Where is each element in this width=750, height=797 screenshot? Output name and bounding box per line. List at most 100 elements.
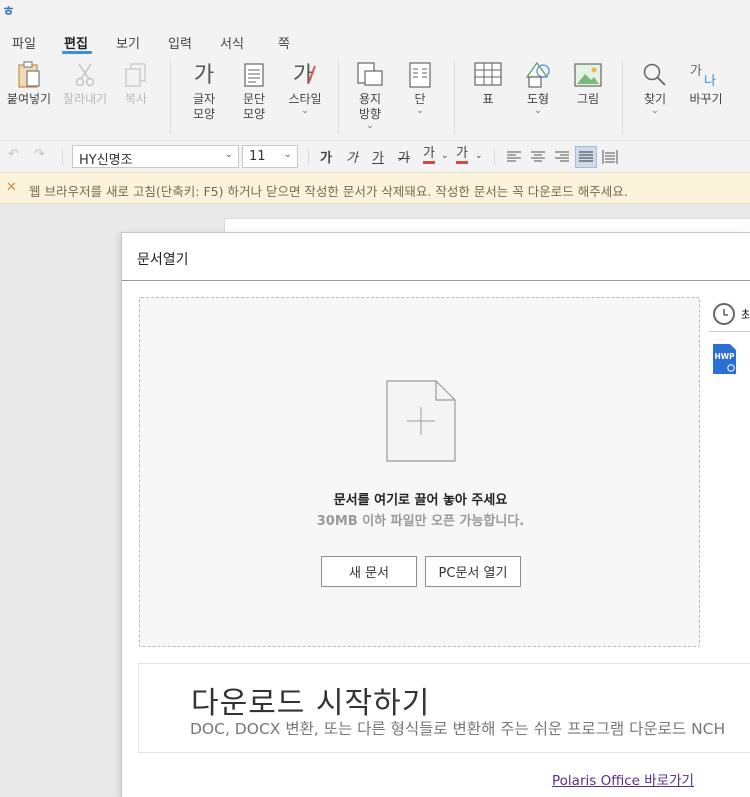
redo-icon[interactable]: ↷ (34, 147, 45, 162)
menu-view[interactable]: 보기 (116, 33, 140, 52)
format-toolbar: ↶ ↷ HY신명조 ⌄ 11 ⌄ 가 가 가 가 가 ⌄ 가 ⌄ (0, 140, 750, 172)
copy-label: 복사 (124, 92, 148, 106)
table-button[interactable]: 표 (470, 58, 506, 107)
para-shape-label-1: 문단 (242, 92, 266, 106)
column-caret-icon: ⌄ (416, 106, 424, 116)
cut-label: 잘라내기 (62, 92, 108, 106)
clipboard-icon (2, 58, 56, 92)
shape-caret-icon: ⌄ (534, 106, 542, 116)
picture-label: 그림 (576, 92, 600, 106)
paper-orientation-button[interactable]: 용지 방향 ⌄ (350, 58, 390, 131)
align-justify-icon (579, 151, 593, 162)
replace-button[interactable]: 가 나 바꾸기 (684, 58, 728, 107)
paste-button[interactable]: 붙여넣기 (2, 58, 56, 107)
ad-title: 다운로드 시작하기 (191, 686, 431, 721)
align-justify-button[interactable] (575, 146, 597, 168)
font-size-select[interactable]: 11 ⌄ (242, 145, 298, 168)
recent-divider (708, 331, 750, 332)
cut-button[interactable]: 잘라내기 (58, 58, 112, 107)
style-button[interactable]: 가 스타일 ⌄ (282, 58, 328, 116)
font-name-value: HY신명조 (79, 153, 133, 168)
char-shape-button[interactable]: 가 글자 모양 (184, 58, 224, 122)
copy-button[interactable]: 복사 (116, 58, 156, 107)
hwp-file-icon[interactable]: HWP (712, 343, 737, 375)
para-shape-label-2: 모양 (242, 107, 266, 121)
new-document-button[interactable]: 새 문서 (321, 556, 417, 587)
highlight-caret-icon[interactable]: ⌄ (475, 151, 483, 161)
picture-button[interactable]: 그림 (570, 58, 606, 107)
menu-insert[interactable]: 입력 (168, 33, 192, 52)
polaris-office-link[interactable]: Polaris Office 바로가기 (552, 769, 694, 789)
paper-icon (350, 58, 390, 92)
style-icon: 가 (282, 58, 328, 92)
shapes-icon (518, 58, 558, 92)
open-pc-document-button[interactable]: PC문서 열기 (425, 556, 521, 587)
table-icon (470, 58, 506, 92)
file-drop-zone[interactable]: 문서를 여기로 끌어 놓아 주세요 30MB 이하 파일만 오픈 가능합니다. … (139, 297, 700, 647)
paper-caret-icon: ⌄ (366, 121, 374, 131)
align-distribute-button[interactable] (599, 146, 621, 168)
toolbar-separator (308, 149, 309, 165)
undo-icon[interactable]: ↶ (8, 147, 19, 162)
font-name-select[interactable]: HY신명조 ⌄ (72, 145, 239, 168)
hwp-icon-label: HWP (715, 352, 736, 361)
ribbon-separator (622, 60, 623, 134)
replace-label: 바꾸기 (689, 92, 723, 106)
ribbon-separator (338, 60, 339, 134)
shape-label: 도형 (526, 92, 550, 106)
italic-button[interactable]: 가 (346, 147, 358, 166)
paragraph-icon (234, 58, 274, 92)
font-size-value: 11 (249, 149, 266, 164)
highlight-button[interactable]: 가 (456, 147, 468, 164)
warning-banner: ✕ 웹 브라우저를 새로 고침(단축키: F5) 하거나 닫으면 작성한 문서가… (0, 172, 750, 204)
menu-file[interactable]: 파일 (12, 33, 36, 52)
column-button[interactable]: 단 ⌄ (402, 58, 438, 116)
menu-bar: 파일 편집 보기 입력 서식 쪽 (0, 26, 750, 54)
align-right-button[interactable] (551, 146, 573, 168)
align-center-icon (531, 151, 545, 162)
copy-icon (116, 58, 156, 92)
chevron-down-icon: ⌄ (283, 149, 292, 160)
underline-button[interactable]: 가 (372, 147, 384, 166)
shape-button[interactable]: 도형 ⌄ (518, 58, 558, 116)
menu-edit[interactable]: 편집 (64, 33, 88, 52)
replace-icon: 가 나 (684, 58, 728, 92)
find-button[interactable]: 찾기 ⌄ (638, 58, 672, 116)
ribbon-separator (454, 60, 455, 134)
paper-label-1: 용지 (358, 92, 382, 106)
text-color-caret-icon[interactable]: ⌄ (441, 151, 449, 161)
align-left-button[interactable] (503, 146, 525, 168)
align-center-button[interactable] (527, 146, 549, 168)
app-logo-icon: ㅎ (2, 4, 15, 20)
replace-glyph-a: 가 (690, 64, 702, 79)
table-label: 표 (482, 92, 494, 106)
style-label: 스타일 (288, 92, 322, 106)
find-label: 찾기 (643, 92, 667, 106)
find-caret-icon: ⌄ (651, 106, 659, 116)
dialog-divider (122, 280, 750, 281)
char-shape-label-2: 모양 (192, 107, 216, 121)
new-file-icon (386, 380, 456, 462)
text-color-button[interactable]: 가 (423, 147, 435, 164)
ad-banner[interactable]: 다운로드 시작하기 DOC, DOCX 변환, 또는 다른 형식들로 변환해 주… (138, 663, 750, 753)
column-label: 단 (414, 92, 426, 106)
search-icon (638, 58, 672, 92)
close-icon[interactable]: ✕ (6, 180, 17, 195)
replace-glyph-b: 나 (704, 74, 716, 89)
paper-label-2: 방향 (358, 107, 382, 121)
menu-format[interactable]: 서식 (220, 33, 244, 52)
columns-icon (402, 58, 438, 92)
para-shape-button[interactable]: 문단 모양 (234, 58, 274, 122)
char-shape-icon: 가 (193, 62, 215, 88)
drop-instruction: 문서를 여기로 끌어 놓아 주세요 (333, 493, 508, 508)
bold-button[interactable]: 가 (320, 147, 332, 166)
menu-page[interactable]: 쪽 (278, 33, 290, 52)
align-left-icon (507, 151, 521, 162)
warning-text: 웹 브라우저를 새로 고침(단축키: F5) 하거나 닫으면 작성한 문서가 삭… (29, 184, 628, 199)
chevron-down-icon: ⌄ (224, 149, 233, 160)
toolbar-separator (62, 149, 63, 165)
align-distribute-icon (602, 150, 618, 164)
strikethrough-button[interactable]: 가 (398, 147, 410, 166)
recent-files-label: 최 (741, 309, 750, 324)
paste-label: 붙여넣기 (6, 92, 52, 106)
